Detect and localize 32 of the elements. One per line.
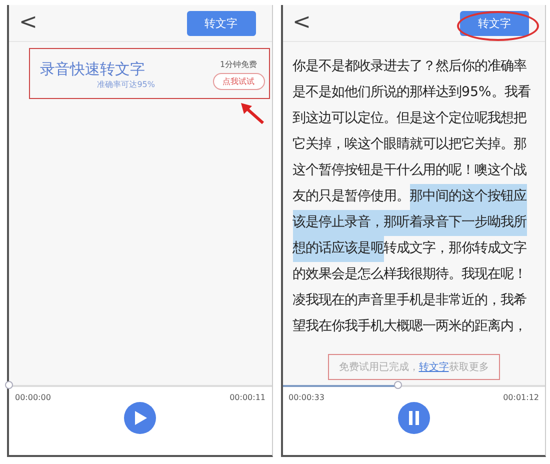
- transcript-line: 它关掉，唉这个眼睛就可以把它关掉。那: [292, 136, 528, 154]
- transcript-line: 望我在你我手机大概嗯一两米的距离内，: [292, 318, 528, 336]
- play-icon: [134, 411, 147, 425]
- card-title: 录音快速转文字: [40, 60, 145, 78]
- transcript-line: 凌我现在的声音里手机是非常近的，我希: [292, 292, 528, 310]
- elapsed-time: 00:00:00: [15, 393, 51, 402]
- arrow-icon: [238, 102, 264, 124]
- transcript-line: 友的只是暂停使用。那中间的这个按钮应: [292, 184, 537, 210]
- transcript-line: 你是不是都收录进去了？然后你的准确率: [292, 58, 528, 76]
- free-note: 1分钟免费: [220, 59, 258, 70]
- total-time: 00:01:12: [503, 393, 539, 402]
- try-button[interactable]: 点我试试: [212, 73, 264, 90]
- transcript-line: 想的话应该是呃转成文字，那你转成文字: [292, 236, 537, 262]
- transcript-line: 是不是如他们所说的那样达到95%。我看: [292, 84, 532, 102]
- elapsed-time: 00:00:33: [288, 393, 324, 402]
- back-button[interactable]: <: [292, 12, 311, 34]
- transcript-line: 到这边可以定位。但是这个定位呢我想把: [292, 110, 528, 128]
- transcript-line: 的效果会是怎么样我很期待。我现在呢！: [292, 266, 528, 284]
- convert-button[interactable]: 转文字: [460, 10, 529, 36]
- pause-icon: [408, 411, 420, 425]
- total-time: 00:00:11: [230, 393, 266, 402]
- notice-text: 免费试用已完成，: [338, 360, 419, 374]
- seek-thumb[interactable]: [394, 381, 402, 389]
- back-button[interactable]: <: [19, 12, 38, 34]
- convert-link[interactable]: 转文字: [418, 360, 449, 374]
- seek-thumb[interactable]: [5, 381, 13, 389]
- transcript-line: 这个暂停按钮是干什么用的呢！噢这个战: [292, 162, 528, 180]
- card-subtitle: 准确率可达95%: [97, 78, 155, 90]
- play-button[interactable]: [124, 402, 156, 434]
- notice-text: 获取更多: [448, 360, 489, 374]
- convert-button[interactable]: 转文字: [186, 10, 256, 36]
- pause-button[interactable]: [398, 402, 430, 434]
